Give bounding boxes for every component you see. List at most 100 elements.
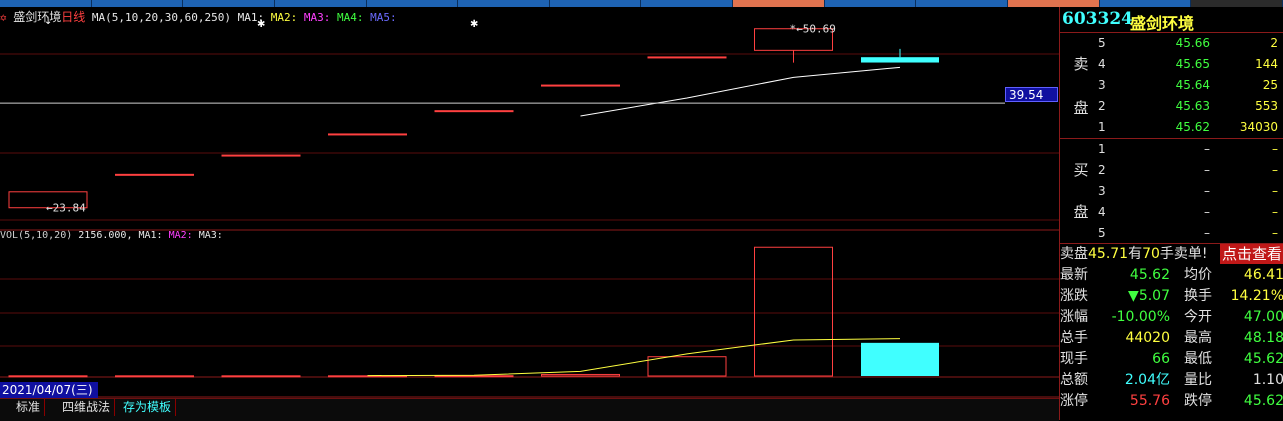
stock-marker-icon: ✡ [0,11,7,24]
sell-qty: 553 [1255,99,1278,113]
tab-standard[interactable]: 标准 [12,399,46,416]
sell-price: 45.65 [1175,57,1210,71]
stat-value: 66 [1152,351,1170,367]
event-marker-icon-2: ✱ [470,19,478,30]
top-tab-2[interactable] [183,0,275,7]
buy-price: – [1204,226,1210,240]
chart-canvas[interactable]: *←50.69←23.84↓ ✱ ✱ [0,7,1059,418]
buy-row-3[interactable]: 3 – – [1096,181,1282,202]
buy-level: 1 [1098,142,1106,156]
quote-panel: 603324 盛剑环境 卖 盘 5 45.66 2 4 45.65 144 3 45.64 25… [1059,7,1283,420]
crosshair-date-tag: 2021/04/07(三) [0,382,98,398]
volume-bar-6 [647,356,727,377]
sell-qty: 34030 [1239,120,1278,134]
top-tab-5[interactable] [458,0,550,7]
stat-value: 45.62 [1243,351,1283,367]
stat-value: 44020 [1125,330,1170,346]
sell-level: 3 [1098,78,1106,92]
buy-price: – [1204,184,1210,198]
stat-value: ▼5.07 [1128,288,1170,304]
ma1-label: MA1: [237,11,265,24]
stat-value: 45.62 [1243,393,1283,409]
stat-value: 45.62 [1129,267,1170,283]
crosshair-price-tag: 39.54 [1005,87,1058,102]
volume-bar-4 [434,375,514,378]
volume-legend: VOL(5,10,20) 2156.000, MA1: MA2: MA3: [0,230,223,244]
top-tab-10[interactable] [916,0,1009,7]
vol-ma2-label: MA2: [168,230,193,241]
stat-value: -10.00% [1111,309,1170,325]
sell-label-top: 卖 [1073,55,1089,73]
volume-bar-5 [541,373,620,377]
buy-qty: – [1272,163,1278,177]
tab-save-template[interactable]: 存为模板 [119,399,177,416]
buy-row-5[interactable]: 5 – – [1096,223,1282,244]
buy-label-bottom: 盘 [1073,203,1089,221]
stat-value: 47.00 [1243,309,1283,325]
stat-value: 14.21% [1230,288,1283,304]
vol-ma1-label: MA1: [138,230,163,241]
sell-row-4[interactable]: 4 45.65 144 [1096,54,1282,75]
buy-price: – [1204,205,1210,219]
buy-row-1[interactable]: 1 – – [1096,139,1282,160]
sell-qty: 25 [1262,78,1278,92]
top-tab-0[interactable] [0,0,92,7]
sell-order-alert: 卖盘45.71有70手卖单! 点击查看 [1060,243,1283,264]
top-tab-4[interactable] [367,0,459,7]
sell-price: 45.62 [1175,120,1210,134]
buy-level: 3 [1098,184,1106,198]
buy-price: – [1204,163,1210,177]
main-chart-legend: ✡ 盛剑环境日线 MA(5,10,20,30,60,250) MA1: MA2:… [0,8,397,24]
buy-qty: – [1272,142,1278,156]
top-tab-12[interactable] [1100,0,1192,7]
alert-mid: 有 [1128,246,1143,262]
buy-row-2[interactable]: 2 – – [1096,160,1282,181]
stat-label: 总手 [1060,330,1088,346]
top-tab-8[interactable] [733,0,825,7]
sell-row-2[interactable]: 2 45.63 553 [1096,96,1282,117]
price-ma1-line [580,66,901,117]
stock-code: 603324 [1062,9,1133,29]
volume-bar-2 [221,375,301,378]
sell-qty: 144 [1255,57,1278,71]
chart-period[interactable]: 日线 [61,10,85,24]
stat-label: 最低 [1184,351,1212,367]
vol-value: 2156.000, [78,230,133,241]
top-tab-3[interactable] [275,0,367,7]
ma3-label: MA3: [303,11,331,24]
buy-qty: – [1272,205,1278,219]
top-tab-7[interactable] [642,0,734,7]
sell-row-1[interactable]: 1 45.62 34030 [1096,117,1282,138]
buy-level: 5 [1098,226,1106,240]
top-tab-1[interactable] [92,0,184,7]
buy-label-top: 买 [1073,161,1089,179]
candle-5 [541,84,620,87]
ma-params: MA(5,10,20,30,60,250) [91,11,231,24]
sell-level: 5 [1098,36,1106,50]
top-tab-11[interactable] [1008,0,1100,7]
top-tab-13[interactable] [1191,0,1283,7]
stat-value: 2.04亿 [1124,372,1170,388]
sell-level: 1 [1098,120,1106,134]
stat-label: 涨停 [1060,393,1088,409]
candle-1 [115,173,194,176]
top-tab-9[interactable] [825,0,917,7]
top-tab-strip [0,0,1283,7]
sell-qty: 2 [1270,36,1278,50]
top-tab-6[interactable] [550,0,642,7]
sell-row-3[interactable]: 3 45.64 25 [1096,75,1282,96]
buy-price: – [1204,142,1210,156]
bottom-template-tabs: 标准 四维战法 存为模板 [0,398,1059,421]
sell-row-5[interactable]: 5 45.66 2 [1096,33,1282,54]
stat-label: 最新 [1060,267,1088,283]
candle-8 [861,57,939,63]
buy-row-4[interactable]: 4 – – [1096,202,1282,223]
tab-four-dimension[interactable]: 四维战法 [58,399,116,416]
stat-value: 1.10 [1252,372,1283,388]
chart-stock-name: 盛剑环境 [13,10,62,24]
kline-chart[interactable]: *←50.69 ←23.84 ↓ ✱ ✱ [0,7,1059,418]
ma4-label: MA4: [336,11,364,24]
candle-2 [221,154,301,157]
stat-label: 总额 [1060,372,1088,388]
view-details-button[interactable]: 点击查看 [1219,244,1283,264]
